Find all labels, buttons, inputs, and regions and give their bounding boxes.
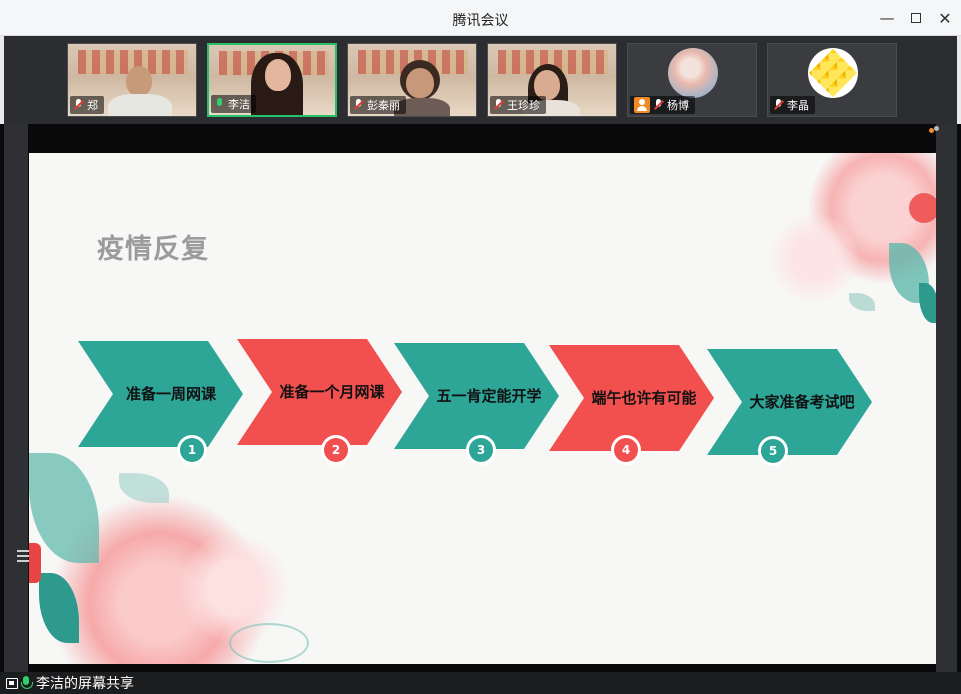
mic-muted-icon	[74, 99, 83, 111]
step-label: 准备一个月网课	[279, 383, 385, 401]
presentation-slide: 疫情反复 准备一周网课 准备一个月网课 五一肯定能开学 端午也许有可能 大家准备…	[29, 153, 936, 664]
minimize-icon: —	[879, 9, 895, 27]
participant-tile[interactable]: 郑	[67, 43, 197, 117]
participant-tile[interactable]: 彭秦丽	[347, 43, 477, 117]
step-number-badge: 4	[611, 435, 641, 465]
mic-muted-icon	[774, 99, 783, 111]
participant-strip: 郑 李洁 彭秦丽 王珍珍 杨博 李晶	[0, 36, 961, 124]
participant-name: 李晶	[787, 99, 809, 112]
network-status-icon[interactable]	[929, 126, 939, 136]
mic-muted-icon	[494, 99, 503, 111]
participant-name-tag: 郑	[70, 96, 104, 114]
timeline-step-3: 五一肯定能开学	[394, 343, 559, 449]
window-titlebar: 腾讯会议 — ✕	[0, 0, 961, 36]
participant-name-tag: 彭秦丽	[350, 96, 406, 114]
participant-name: 李洁	[228, 98, 250, 111]
participant-name: 王珍珍	[507, 99, 540, 112]
close-button[interactable]: ✕	[932, 6, 958, 30]
timeline-step-2: 准备一个月网课	[237, 339, 402, 445]
participant-name: 彭秦丽	[367, 99, 400, 112]
timeline-step-5: 大家准备考试吧	[707, 349, 872, 455]
status-bar: 李洁的屏幕共享	[0, 672, 961, 694]
share-frame-left	[4, 124, 28, 672]
participant-tile[interactable]: 李晶	[767, 43, 897, 117]
share-frame-right	[936, 124, 957, 672]
maximize-icon	[911, 13, 921, 23]
hand-photo-avatar-icon	[668, 48, 718, 98]
step-number-badge: 5	[758, 436, 788, 466]
participant-name: 郑	[87, 99, 98, 112]
screen-share-icon	[6, 677, 18, 689]
list-menu-icon[interactable]	[14, 544, 40, 568]
mic-muted-icon	[354, 99, 363, 111]
screen-share-label: 李洁的屏幕共享	[36, 676, 134, 692]
step-number-badge: 3	[466, 435, 496, 465]
slide-title: 疫情反复	[97, 234, 209, 265]
participant-name: 杨博	[667, 99, 689, 112]
maximize-button[interactable]	[903, 6, 929, 30]
step-number-badge: 2	[321, 435, 351, 465]
participant-tile[interactable]: 王珍珍	[487, 43, 617, 117]
step-label: 五一肯定能开学	[436, 387, 542, 405]
participant-name-tag: 李洁	[211, 95, 256, 113]
step-label: 准备一周网课	[125, 385, 216, 403]
step-label: 端午也许有可能	[591, 389, 697, 407]
participant-tile-active[interactable]: 李洁	[207, 43, 337, 117]
mic-on-icon	[215, 98, 224, 110]
user-badge-icon	[634, 97, 650, 113]
mic-on-icon	[21, 676, 33, 690]
participant-name-tag: 杨博	[630, 96, 695, 114]
participant-name-tag: 李晶	[770, 96, 815, 114]
mic-muted-icon	[654, 99, 663, 111]
timeline-step-1: 准备一周网课	[78, 341, 243, 447]
close-icon: ✕	[938, 8, 952, 28]
window-title: 腾讯会议	[452, 13, 509, 29]
minimize-button[interactable]: —	[874, 6, 900, 30]
participant-tile[interactable]: 杨博	[627, 43, 757, 117]
participant-name-tag: 王珍珍	[490, 96, 546, 114]
step-number-badge: 1	[177, 435, 207, 465]
yellow-cubes-avatar-icon	[808, 48, 858, 98]
